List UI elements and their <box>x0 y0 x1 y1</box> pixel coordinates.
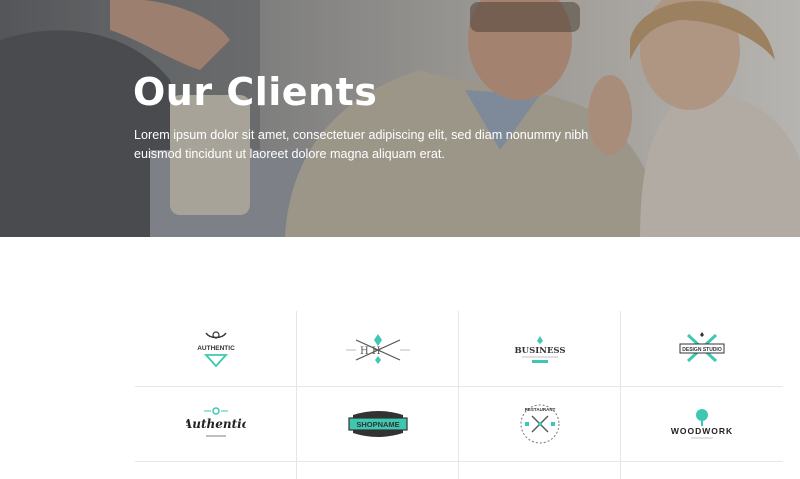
authentic-script-logo: Authentic <box>186 406 246 436</box>
grid-divider <box>135 461 783 462</box>
client-logo-cell[interactable]: Authentic <box>135 386 297 461</box>
svg-text:DESIGN STUDIO: DESIGN STUDIO <box>682 347 722 353</box>
client-logo-cell[interactable]: BUSINESS <box>459 311 621 386</box>
svg-text:SHOPNAME: SHOPNAME <box>356 420 399 429</box>
woodwork-logo: WOODWORK <box>671 408 733 438</box>
svg-text:H H: H H <box>360 346 381 357</box>
hero-banner: Our Clients Lorem ipsum dolor sit amet, … <box>0 0 800 237</box>
client-logo-cell[interactable]: RESTAURANT <box>459 386 621 461</box>
client-logo-cell[interactable]: DESIGN STUDIO <box>621 311 783 386</box>
client-logo-cell[interactable]: WOODWORK <box>621 386 783 461</box>
design-studio-logo: DESIGN STUDIO <box>679 331 725 362</box>
client-logo-cell[interactable]: AUTHENTIC <box>135 311 297 386</box>
hero-description: Lorem ipsum dolor sit amet, consectetuer… <box>134 128 589 161</box>
svg-text:WOODWORK: WOODWORK <box>671 426 733 436</box>
hero-photo <box>0 0 800 237</box>
shopname-logo: SHOPNAME <box>348 410 408 437</box>
hh-arrows-logo: H H <box>346 333 410 364</box>
svg-text:Authentic: Authentic <box>186 417 246 431</box>
client-logo-cell[interactable]: H H <box>297 311 459 386</box>
business-logo: BUSINESS <box>514 335 566 363</box>
page-title: Our Clients <box>133 70 378 114</box>
svg-text:BUSINESS: BUSINESS <box>514 346 565 356</box>
authentic-badge-logo: AUTHENTIC <box>197 330 235 367</box>
clients-logo-grid: AUTHENTIC H H BUSINESS DESIGN STUDIO Aut… <box>135 311 783 479</box>
restaurant-logo: RESTAURANT <box>520 404 560 443</box>
client-logo-cell[interactable]: SHOPNAME <box>297 386 459 461</box>
svg-text:RESTAURANT: RESTAURANT <box>525 407 556 412</box>
svg-text:AUTHENTIC: AUTHENTIC <box>197 345 235 352</box>
